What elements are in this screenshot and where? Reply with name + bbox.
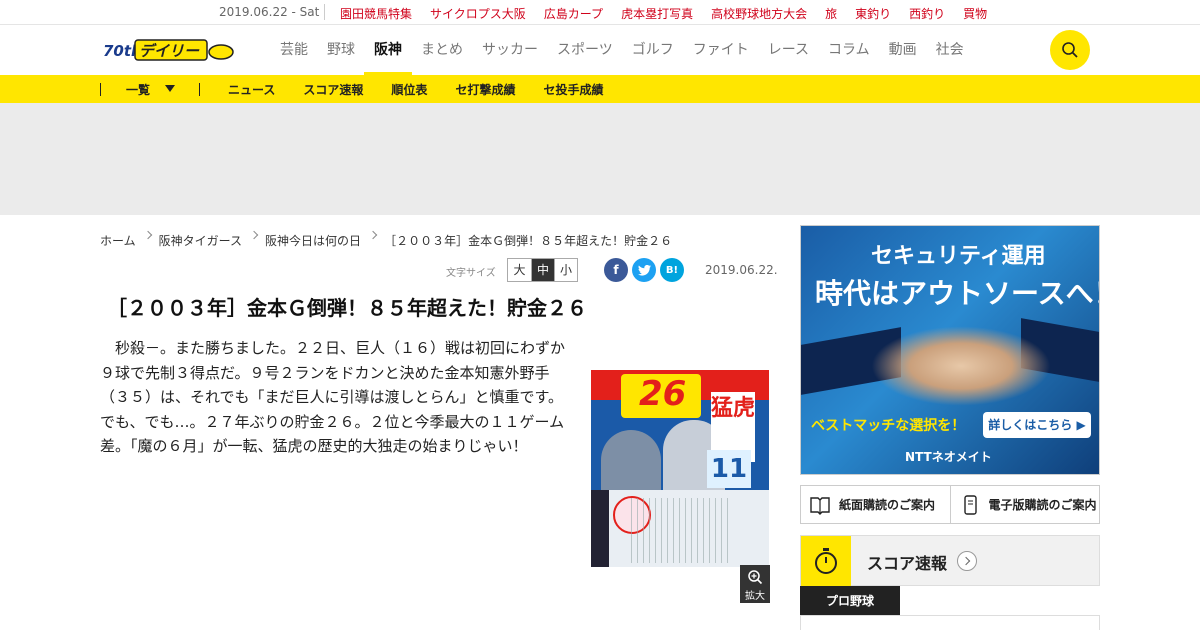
article-body: 秒殺－。また勝ちました。２２日、巨人（１６）戦は初回にわずか９球で先制３得点だ。… — [100, 339, 566, 455]
headline-number: 26 — [639, 374, 687, 414]
breadcrumb-current: ［２００３年］金本Ｇ倒弾！８５年超えた！貯金２６ — [384, 234, 673, 248]
paper-subscribe-link[interactable]: 紙面購読のご案内 — [801, 486, 950, 523]
ad-banner-placeholder — [0, 103, 1200, 215]
book-icon — [810, 496, 830, 515]
breadcrumb-item[interactable]: 阪神今日は何の日 — [265, 232, 361, 249]
font-size-label: 文字サイズ — [446, 268, 496, 279]
nav-item[interactable]: まとめ — [421, 25, 463, 75]
facebook-share-button[interactable]: f — [604, 258, 628, 282]
divider — [324, 4, 325, 20]
top-link[interactable]: 買物 — [963, 5, 987, 22]
side-ad[interactable]: セキュリティ運用 時代はアウトソースへ！ ベストマッチな選択を！ 詳しくはこちら… — [800, 225, 1100, 475]
handshake-image — [871, 326, 1051, 406]
zoom-in-icon — [748, 570, 763, 585]
today-date: 2019.06.22 - Sat — [219, 5, 320, 19]
nav-item[interactable]: 社会 — [936, 25, 964, 75]
font-size-medium-button[interactable]: 中 — [531, 259, 554, 281]
sub-nav-link[interactable]: 順位表 — [391, 81, 427, 98]
publish-date: 2019.06.22. — [705, 263, 778, 277]
tab-pro-baseball[interactable]: プロ野球 — [800, 586, 900, 616]
subscribe-box: 紙面購読のご案内 電子版購読のご案内 — [800, 485, 1100, 524]
newspaper-front-image[interactable]: 26 猛虎 11 — [591, 370, 769, 567]
all-menu-button[interactable]: 一覧 — [126, 81, 150, 98]
nav-item[interactable]: 動画 — [889, 25, 917, 75]
nav-item[interactable]: レース — [768, 25, 809, 75]
top-link[interactable]: 高校野球地方大会 — [711, 5, 807, 22]
nav-item[interactable]: ゴルフ — [632, 25, 674, 75]
nav-item-active[interactable]: 阪神 — [364, 25, 412, 75]
breadcrumb-item[interactable]: 阪神タイガース — [159, 232, 242, 249]
font-size-switcher: 大 中 小 — [507, 258, 578, 282]
twitter-icon — [637, 264, 651, 276]
sub-nav-link[interactable]: セ打撃成績 — [455, 81, 515, 98]
top-strip: 2019.06.22 - Sat 園田競馬特集 サイクロプス大阪 広島カープ 虎… — [0, 0, 1200, 25]
ad-cta-button[interactable]: 詳しくはこちら ▶ — [983, 412, 1091, 438]
top-link[interactable]: 広島カープ — [544, 5, 603, 22]
article-title: ［２００３年］金本Ｇ倒弾！８５年超えた！貯金２６ — [107, 296, 587, 320]
nav-item[interactable]: 野球 — [327, 25, 355, 75]
ad-brand: NTTネオメイト — [905, 450, 992, 464]
top-link[interactable]: 東釣り — [855, 5, 891, 22]
site-logo[interactable]: 70th デイリー — [103, 37, 235, 63]
top-link[interactable]: 西釣り — [909, 5, 945, 22]
search-icon — [1062, 42, 1078, 58]
svg-text:デイリー: デイリー — [139, 42, 200, 60]
score-title: スコア速報 — [867, 554, 948, 573]
sub-nav-link[interactable]: スコア速報 — [303, 81, 363, 98]
facebook-icon: f — [613, 263, 619, 277]
global-nav: 芸能 野球 阪神 まとめ サッカー スポーツ ゴルフ ファイト レース コラム … — [280, 25, 983, 75]
chevron-right-icon[interactable] — [957, 551, 977, 571]
nav-item[interactable]: 芸能 — [280, 25, 308, 75]
sub-nav-link[interactable]: セ投手成績 — [543, 81, 603, 98]
nav-item[interactable]: コラム — [828, 25, 870, 75]
search-button[interactable] — [1050, 30, 1090, 70]
zoom-label: 拡大 — [745, 591, 765, 602]
ad-line-2: 時代はアウトソースへ！ — [815, 277, 1100, 310]
score-widget[interactable]: スコア速報 — [800, 535, 1100, 586]
chevron-right-icon — [368, 230, 378, 240]
sub-nav-links: ニュース スコア速報 順位表 セ打撃成績 セ投手成績 — [228, 81, 631, 98]
zoom-button[interactable]: 拡大 — [740, 565, 770, 603]
chevron-right-icon — [143, 230, 152, 240]
top-link[interactable]: サイクロプス大阪 — [430, 5, 526, 22]
twitter-share-button[interactable]: t — [632, 258, 656, 282]
ad-line-3: ベストマッチな選択を！ — [811, 418, 966, 434]
sub-nav-link[interactable]: ニュース — [228, 81, 275, 98]
font-size-small-button[interactable]: 小 — [554, 259, 577, 281]
nav-item[interactable]: スポーツ — [557, 25, 613, 75]
hatena-icon: B! — [665, 264, 679, 276]
top-link[interactable]: 旅 — [825, 5, 837, 22]
ad-line-1: セキュリティ運用 — [871, 244, 1046, 269]
font-size-large-button[interactable]: 大 — [508, 259, 531, 281]
smartphone-icon — [963, 494, 977, 515]
nav-item[interactable]: ファイト — [693, 25, 749, 75]
site-header: 70th デイリー 芸能 野球 阪神 まとめ サッカー スポーツ ゴルフ ファイ… — [0, 25, 1200, 75]
chevron-right-icon — [249, 230, 259, 240]
top-link[interactable]: 園田競馬特集 — [340, 5, 412, 22]
nav-item[interactable]: サッカー — [482, 25, 538, 75]
top-links: 園田競馬特集 サイクロプス大阪 広島カープ 虎本塁打写真 高校野球地方大会 旅 … — [340, 5, 1005, 22]
score-panel — [800, 615, 1100, 630]
stopwatch-icon — [815, 548, 837, 574]
breadcrumb-home[interactable]: ホーム — [100, 232, 136, 249]
top-link[interactable]: 虎本塁打写真 — [621, 5, 693, 22]
hatena-bookmark-button[interactable]: B! — [660, 258, 684, 282]
sub-nav: 一覧 ニュース スコア速報 順位表 セ打撃成績 セ投手成績 — [0, 75, 1200, 103]
breadcrumb: ホーム 阪神タイガース 阪神今日は何の日 ［２００３年］金本Ｇ倒弾！８５年超えた… — [100, 230, 673, 249]
divider — [100, 83, 101, 96]
divider — [199, 83, 200, 96]
caret-down-icon[interactable] — [165, 85, 175, 92]
headline-games: 11 — [707, 450, 751, 488]
digital-subscribe-link[interactable]: 電子版購読のご案内 — [949, 486, 1100, 523]
